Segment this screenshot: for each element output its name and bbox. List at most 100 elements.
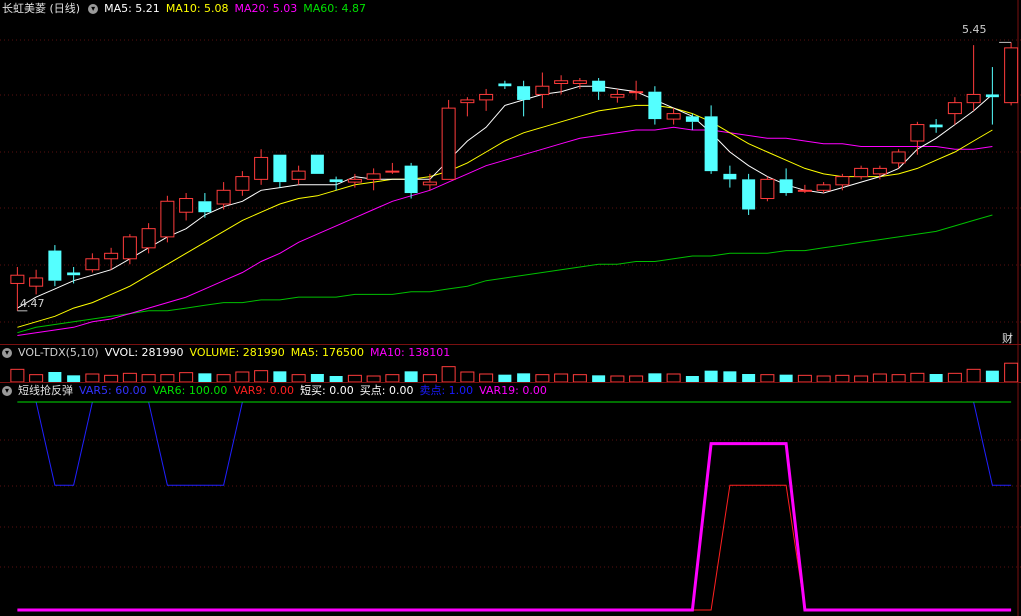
volume-bar-up — [347, 374, 362, 383]
volume-bar-down — [273, 371, 287, 382]
candle-down — [723, 173, 737, 180]
chevron-down-icon[interactable]: ▾ — [2, 386, 12, 396]
volume-bar-up — [535, 374, 550, 383]
volume-bar-up — [760, 374, 775, 383]
volume-bar-down — [929, 374, 943, 382]
candle-down — [779, 179, 793, 194]
panel-separator-2 — [0, 382, 1021, 383]
var5-label: VAR5: 60.00 — [79, 384, 147, 397]
volume-bar-up — [141, 374, 156, 383]
volume-bar-down — [742, 374, 756, 382]
price-panel-header: 长虹美菱 (日线) ▾ MA5: 5.21 MA10: 5.08 MA20: 5… — [0, 2, 372, 16]
candle-up — [872, 167, 887, 175]
volume-bar-down — [648, 373, 662, 382]
candle-up — [347, 178, 362, 183]
chevron-down-icon[interactable]: ▾ — [2, 348, 12, 358]
candle-down — [329, 179, 343, 183]
chevron-down-icon[interactable]: ▾ — [88, 4, 99, 14]
candle-down — [273, 154, 287, 183]
volume-bar-up — [966, 368, 981, 383]
candle-up — [797, 189, 812, 192]
finance-badge[interactable]: 财 — [1002, 330, 1013, 346]
volume-bar-up — [1004, 362, 1019, 383]
candle-up — [572, 80, 587, 84]
var6-label: VAR6: 100.00 — [152, 384, 228, 397]
volume-bar-down — [310, 374, 324, 382]
stock-chart[interactable] — [0, 0, 1021, 616]
candle-down — [517, 86, 531, 100]
candle-up — [179, 198, 194, 213]
indicator-line-var9 — [17, 484, 1012, 611]
volume-bar-up — [554, 373, 569, 383]
buy-point-label: 买点: 0.00 — [359, 384, 414, 397]
candle-down — [929, 124, 943, 128]
candle-up — [10, 274, 25, 284]
candle-up — [441, 107, 456, 180]
candle-up — [141, 228, 156, 249]
volume-bar-down — [704, 370, 718, 382]
candle-up — [122, 236, 137, 260]
volume-bar-up — [10, 368, 25, 383]
indicator-line-var5 — [17, 401, 1012, 486]
volume-bar-down — [67, 375, 81, 382]
volume-bar-up — [910, 372, 925, 383]
candle-up — [85, 258, 100, 271]
var19-label: VAR19: 0.00 — [479, 384, 547, 397]
volume-bar-down — [198, 373, 212, 382]
candle-up — [235, 176, 250, 191]
candle-up — [385, 170, 400, 173]
volume-bar-down — [723, 371, 737, 382]
volume-bar-down — [48, 372, 62, 382]
candle-up — [947, 102, 962, 115]
volume-bar-up — [479, 373, 494, 383]
candle-up — [816, 184, 831, 191]
volume-bar-up — [254, 370, 269, 383]
candle-up — [666, 113, 681, 120]
candle-up — [460, 99, 475, 104]
vol-ma10-label: MA10: 138101 — [370, 346, 451, 359]
candle-up — [291, 170, 306, 180]
volume-bar-up — [385, 374, 400, 383]
candle-down — [648, 91, 662, 120]
stock-title: 长虹美菱 (日线) — [2, 2, 81, 15]
candle-up — [366, 173, 381, 180]
volume-bar-down — [498, 374, 512, 382]
candle-down — [498, 83, 512, 87]
volume-bar-down — [517, 373, 531, 382]
candle-up — [610, 93, 625, 98]
candle-up — [104, 252, 119, 260]
volume-bar-up — [104, 374, 119, 383]
panel-separator-1 — [0, 344, 1021, 345]
volume-bar-up — [85, 373, 100, 383]
indicator-line-var19 — [17, 442, 1012, 612]
candle-up — [216, 189, 231, 205]
volume-bar-up — [422, 374, 437, 383]
volume-bar-up — [122, 372, 137, 383]
candle-up — [891, 151, 906, 164]
candle-down — [67, 272, 81, 276]
volume-bar-up — [29, 374, 44, 383]
indicator-title: 短线抢反弹 — [18, 384, 73, 397]
volume-bar-up — [441, 366, 456, 383]
candle-up — [854, 167, 869, 178]
ma10-label: MA10: 5.08 — [165, 2, 229, 15]
ma5-line — [17, 85, 993, 309]
volume-bar-up — [891, 374, 906, 383]
candle-down — [198, 201, 212, 213]
candle-down — [48, 250, 62, 281]
candle-up — [966, 93, 981, 104]
candle-up — [910, 124, 925, 142]
volume-bar-up — [572, 374, 587, 383]
volume-bar-down — [779, 374, 793, 382]
candle-up — [254, 156, 269, 180]
vvol-label: VVOL: 281990 — [104, 346, 184, 359]
candle-down — [310, 154, 324, 174]
sell-point-label: 卖点: 1.00 — [419, 384, 474, 397]
candle-up — [29, 277, 44, 287]
volume-bar-up — [160, 374, 175, 383]
vol-ma5-label: MA5: 176500 — [290, 346, 365, 359]
candle-down — [704, 116, 718, 172]
volume-bar-up — [797, 374, 812, 383]
volume-bar-up — [666, 373, 681, 383]
candle-up — [422, 181, 437, 186]
